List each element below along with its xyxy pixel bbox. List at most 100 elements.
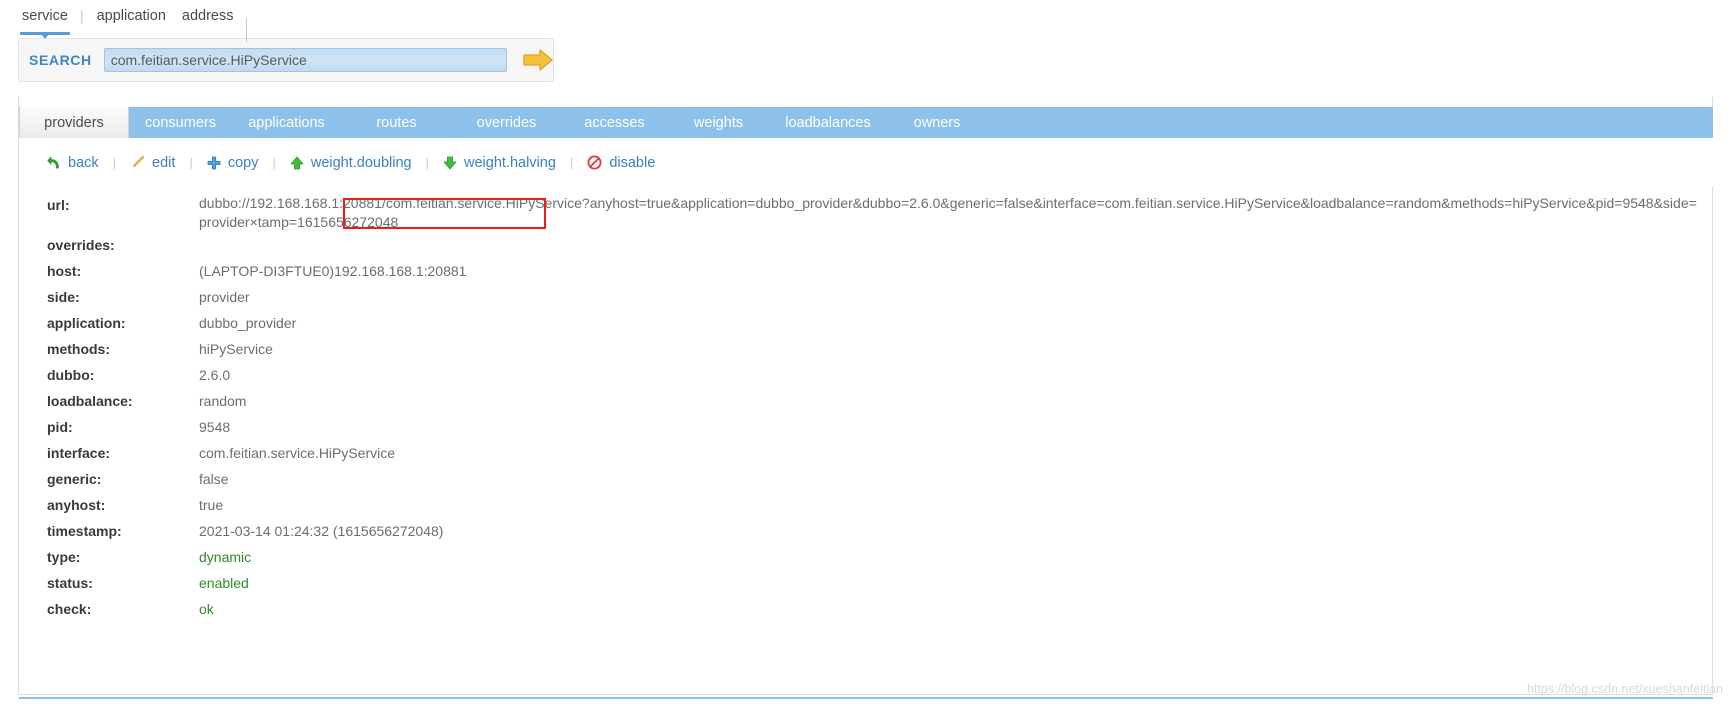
detail-value: hiPyService [199, 341, 273, 357]
detail-key: methods: [47, 341, 110, 357]
search-input[interactable] [103, 48, 507, 72]
edit-label: edit [152, 154, 176, 171]
detail-key: host: [47, 263, 82, 279]
detail-key: generic: [47, 471, 102, 487]
detail-row-host: host: (LAPTOP-DI3FTUE0)192.168.168.1:208… [19, 258, 1713, 284]
detail-row-dubbo: dubbo: 2.6.0 [19, 362, 1713, 388]
detail-row-pid: pid: 9548 [19, 414, 1713, 440]
detail-value: 9548 [199, 419, 231, 435]
tab-label: accesses [584, 114, 645, 131]
arrow-right-icon [523, 49, 553, 71]
detail-row-application: application: dubbo_provider [19, 310, 1713, 336]
tab-loadbalances[interactable]: loadbalances [769, 107, 887, 138]
detail-value: enabled [199, 575, 249, 591]
tab-routes[interactable]: routes [341, 107, 452, 138]
copy-button[interactable]: copy [207, 154, 259, 171]
detail-key: timestamp: [47, 523, 122, 539]
search-label: SEARCH [29, 52, 92, 68]
detail-key: status: [47, 575, 93, 591]
tab-consumers[interactable]: consumers [129, 107, 232, 138]
tab-label: routes [376, 114, 417, 131]
arrow-down-icon [443, 156, 457, 169]
tab-overrides[interactable]: overrides [452, 107, 561, 138]
weight-doubling-button[interactable]: weight.doubling [290, 155, 412, 171]
detail-key: pid: [47, 419, 73, 435]
detail-row-status: status: enabled [19, 570, 1713, 596]
search-bar: SEARCH [18, 38, 554, 82]
detail-row-check: check: ok [19, 596, 1713, 622]
top-nav: service | application address [0, 0, 1731, 42]
detail-row-type: type: dynamic [19, 544, 1713, 570]
detail-row-timestamp: timestamp: 2021-03-14 01:24:32 (16156562… [19, 518, 1713, 544]
tab-weights[interactable]: weights [668, 107, 769, 138]
arrow-up-icon [290, 156, 304, 169]
search-submit-button[interactable] [523, 49, 553, 71]
toolbar-separator: | [189, 155, 193, 170]
detail-value-url: dubbo://192.168.168.1:20881/com.feitian.… [199, 195, 1697, 230]
detail-row-url: url: dubbo://192.168.168.1:20881/com.fei… [19, 190, 1713, 232]
weight-doubling-label: weight.doubling [310, 154, 412, 171]
tab-owners[interactable]: owners [887, 107, 987, 138]
tab-applications[interactable]: applications [232, 107, 341, 138]
pencil-icon [133, 155, 145, 167]
detail-row-interface: interface: com.feitian.service.HiPyServi… [19, 440, 1713, 466]
detail-value: 2021-03-14 01:24:32 (1615656272048) [199, 523, 444, 539]
tab-accesses[interactable]: accesses [561, 107, 668, 138]
detail-value: false [199, 471, 229, 487]
detail-value: com.feitian.service.HiPyService [199, 445, 396, 461]
edit-button[interactable]: edit [130, 155, 175, 171]
detail-row-methods: methods: hiPyService [19, 336, 1713, 362]
detail-table: url: dubbo://192.168.168.1:20881/com.fei… [19, 190, 1713, 622]
weight-halving-label: weight.halving [464, 154, 556, 171]
tab-label: consumers [145, 114, 216, 131]
tab-strip: providers consumers applications routes … [19, 107, 1713, 138]
detail-key: application: [47, 315, 126, 331]
top-nav-label: application [96, 8, 166, 24]
detail-value: dubbo_provider [199, 315, 297, 331]
tab-label: overrides [476, 114, 537, 131]
detail-row-generic: generic: false [19, 466, 1713, 492]
detail-key: side: [47, 289, 80, 305]
tab-label: loadbalances [785, 114, 871, 131]
toolbar-separator: | [569, 155, 574, 170]
top-nav-item-address[interactable]: address [178, 8, 238, 31]
top-nav-item-application[interactable]: application [93, 8, 170, 31]
plus-icon [207, 156, 221, 169]
top-nav-divider [245, 18, 247, 42]
detail-key: type: [47, 549, 81, 565]
back-label: back [68, 154, 99, 171]
detail-value: dynamic [199, 549, 252, 565]
detail-value: 2.6.0 [199, 367, 231, 383]
back-button[interactable]: back [47, 155, 99, 171]
detail-row-side: side: provider [19, 284, 1713, 310]
weight-halving-button[interactable]: weight.halving [443, 155, 556, 171]
toolbar-separator: | [425, 155, 430, 170]
detail-value: provider [199, 289, 250, 305]
detail-key: check: [47, 601, 92, 617]
detail-key: interface: [47, 445, 111, 461]
top-nav-label: address [181, 8, 234, 24]
detail-key: dubbo: [47, 367, 95, 383]
toolbar-separator: | [112, 155, 117, 170]
detail-key: anyhost: [47, 497, 106, 513]
detail-row-anyhost: anyhost: true [19, 492, 1713, 518]
top-nav-item-service[interactable]: service [18, 8, 72, 39]
detail-key: overrides: [47, 237, 115, 253]
tab-label: applications [248, 114, 325, 131]
copy-label: copy [227, 154, 259, 171]
tab-providers[interactable]: providers [19, 107, 129, 138]
watermark: https://blog.csdn.net/xueshanfeitian [1527, 682, 1723, 696]
top-nav-separator: | [79, 8, 84, 24]
tab-label: providers [44, 114, 104, 131]
detail-value: ok [199, 601, 214, 617]
detail-value: random [199, 393, 247, 409]
back-arrow-icon [47, 156, 59, 168]
disable-label: disable [609, 154, 656, 171]
detail-row-overrides: overrides: [19, 232, 1713, 258]
disable-button[interactable]: disable [587, 155, 655, 171]
panel-bottom-rule [19, 697, 1713, 699]
detail-row-loadbalance: loadbalance: random [19, 388, 1713, 414]
top-nav-label: service [22, 8, 68, 24]
toolbar-separator: | [272, 155, 276, 170]
detail-key: url: [47, 197, 70, 213]
